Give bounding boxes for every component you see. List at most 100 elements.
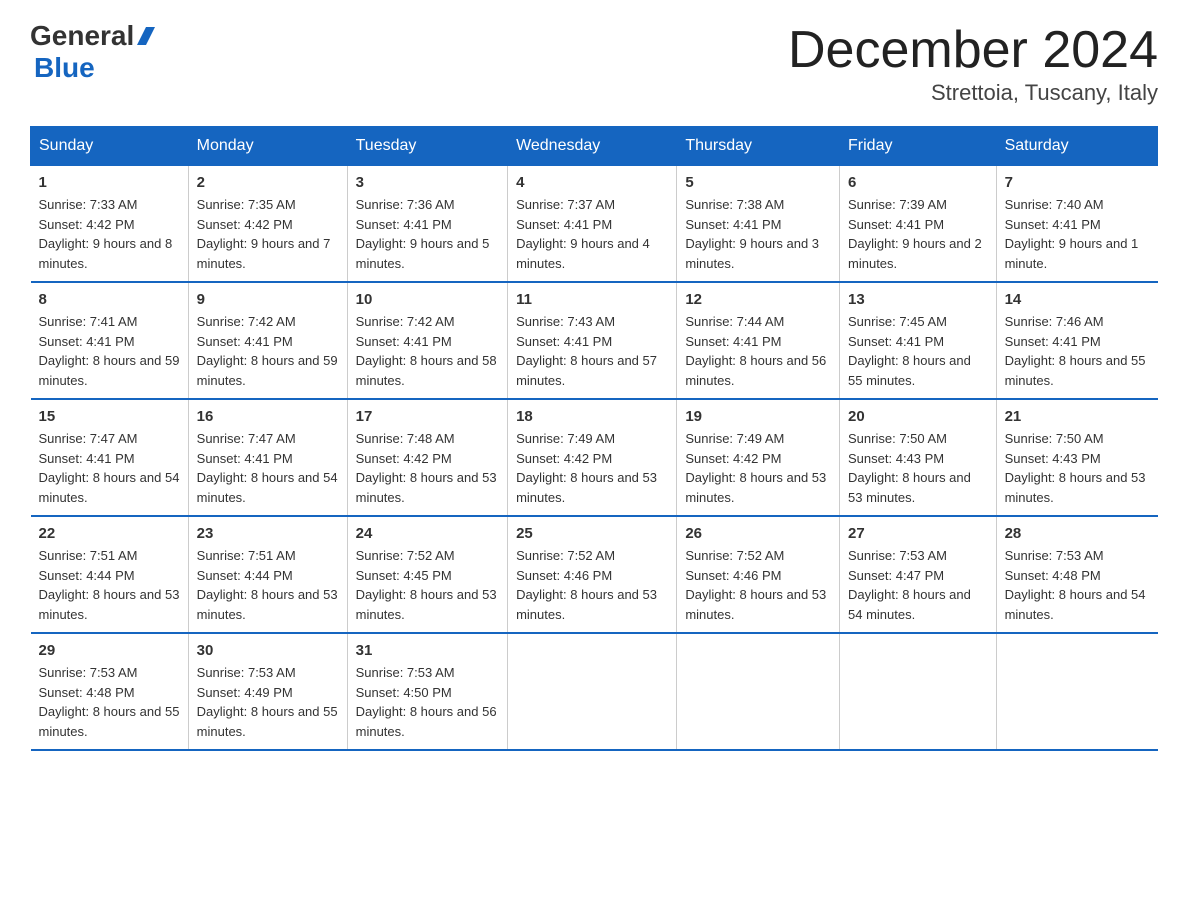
day-info: Sunrise: 7:42 AMSunset: 4:41 PMDaylight:… <box>197 312 339 390</box>
day-number: 6 <box>848 174 988 191</box>
day-info: Sunrise: 7:43 AMSunset: 4:41 PMDaylight:… <box>516 312 668 390</box>
calendar-header-row: SundayMondayTuesdayWednesdayThursdayFrid… <box>31 127 1158 166</box>
calendar-cell: 10 Sunrise: 7:42 AMSunset: 4:41 PMDayligh… <box>347 282 507 399</box>
calendar-cell: 11 Sunrise: 7:43 AMSunset: 4:41 PMDayligh… <box>508 282 677 399</box>
header-saturday: Saturday <box>996 127 1157 166</box>
header-friday: Friday <box>840 127 997 166</box>
calendar-cell: 5Sunrise: 7:38 AMSunset: 4:41 PMDaylight… <box>677 166 840 283</box>
day-number: 27 <box>848 525 988 542</box>
calendar-cell: 2 Sunrise: 7:35 AMSunset: 4:42 PMDaylight… <box>188 166 347 283</box>
day-info: Sunrise: 7:44 AMSunset: 4:41 PMDaylight:… <box>685 312 831 390</box>
page-header: General Blue December 2024 Strettoia, Tu… <box>30 20 1158 106</box>
day-number: 28 <box>1005 525 1150 542</box>
calendar-cell: 22 Sunrise: 7:51 AMSunset: 4:44 PMDayligh… <box>31 516 189 633</box>
calendar-cell: 19Sunrise: 7:49 AMSunset: 4:42 PMDayligh… <box>677 399 840 516</box>
day-info: Sunrise: 7:46 AMSunset: 4:41 PMDaylight:… <box>1005 312 1150 390</box>
calendar-cell <box>996 633 1157 750</box>
calendar-week-row: 1 Sunrise: 7:33 AMSunset: 4:42 PMDaylight… <box>31 166 1158 283</box>
day-number: 11 <box>516 291 668 308</box>
day-info: Sunrise: 7:52 AMSunset: 4:45 PMDaylight:… <box>356 546 499 624</box>
day-info: Sunrise: 7:42 AMSunset: 4:41 PMDaylight:… <box>356 312 499 390</box>
calendar-cell: 31 Sunrise: 7:53 AMSunset: 4:50 PMDayligh… <box>347 633 507 750</box>
day-info: Sunrise: 7:53 AMSunset: 4:48 PMDaylight:… <box>1005 546 1150 624</box>
header-tuesday: Tuesday <box>347 127 507 166</box>
calendar-week-row: 8 Sunrise: 7:41 AMSunset: 4:41 PMDaylight… <box>31 282 1158 399</box>
calendar-cell: 20Sunrise: 7:50 AMSunset: 4:43 PMDayligh… <box>840 399 997 516</box>
day-number: 18 <box>516 408 668 425</box>
day-number: 2 <box>197 174 339 191</box>
day-info: Sunrise: 7:49 AMSunset: 4:42 PMDaylight:… <box>516 429 668 507</box>
calendar-cell: 21 Sunrise: 7:50 AMSunset: 4:43 PMDayligh… <box>996 399 1157 516</box>
day-info: Sunrise: 7:49 AMSunset: 4:42 PMDaylight:… <box>685 429 831 507</box>
calendar-cell: 23Sunrise: 7:51 AMSunset: 4:44 PMDayligh… <box>188 516 347 633</box>
day-number: 24 <box>356 525 499 542</box>
logo-triangle2-icon <box>146 27 155 45</box>
calendar-cell: 15Sunrise: 7:47 AMSunset: 4:41 PMDayligh… <box>31 399 189 516</box>
day-info: Sunrise: 7:50 AMSunset: 4:43 PMDaylight:… <box>1005 429 1150 507</box>
day-number: 3 <box>356 174 499 191</box>
calendar-cell: 6 Sunrise: 7:39 AMSunset: 4:41 PMDaylight… <box>840 166 997 283</box>
calendar-cell: 25Sunrise: 7:52 AMSunset: 4:46 PMDayligh… <box>508 516 677 633</box>
calendar-cell: 13Sunrise: 7:45 AMSunset: 4:41 PMDayligh… <box>840 282 997 399</box>
calendar-cell: 18 Sunrise: 7:49 AMSunset: 4:42 PMDayligh… <box>508 399 677 516</box>
calendar-week-row: 15 Sunrise: 7:47 AMSunset: 4:41 PMDayligh… <box>31 399 1158 516</box>
month-title: December 2024 <box>788 20 1158 80</box>
calendar-cell: 12 Sunrise: 7:44 AMSunset: 4:41 PMDayligh… <box>677 282 840 399</box>
header-monday: Monday <box>188 127 347 166</box>
day-number: 4 <box>516 174 668 191</box>
calendar-cell: 30 Sunrise: 7:53 AMSunset: 4:49 PMDayligh… <box>188 633 347 750</box>
day-number: 22 <box>39 525 180 542</box>
day-number: 10 <box>356 291 499 308</box>
calendar-cell: 26Sunrise: 7:52 AMSunset: 4:46 PMDayligh… <box>677 516 840 633</box>
day-number: 15 <box>39 408 180 425</box>
day-info: Sunrise: 7:53 AMSunset: 4:50 PMDaylight:… <box>356 663 499 741</box>
calendar-cell: 3Sunrise: 7:36 AMSunset: 4:41 PMDaylight… <box>347 166 507 283</box>
day-number: 17 <box>356 408 499 425</box>
day-number: 8 <box>39 291 180 308</box>
calendar-cell: 28 Sunrise: 7:53 AMSunset: 4:48 PMDayligh… <box>996 516 1157 633</box>
day-number: 21 <box>1005 408 1150 425</box>
day-info: Sunrise: 7:50 AMSunset: 4:43 PMDaylight:… <box>848 429 988 507</box>
day-info: Sunrise: 7:52 AMSunset: 4:46 PMDaylight:… <box>516 546 668 624</box>
day-info: Sunrise: 7:53 AMSunset: 4:47 PMDaylight:… <box>848 546 988 624</box>
day-info: Sunrise: 7:47 AMSunset: 4:41 PMDaylight:… <box>197 429 339 507</box>
calendar-table: SundayMondayTuesdayWednesdayThursdayFrid… <box>30 126 1158 751</box>
day-info: Sunrise: 7:48 AMSunset: 4:42 PMDaylight:… <box>356 429 499 507</box>
calendar-cell: 24 Sunrise: 7:52 AMSunset: 4:45 PMDayligh… <box>347 516 507 633</box>
day-info: Sunrise: 7:51 AMSunset: 4:44 PMDaylight:… <box>39 546 180 624</box>
day-number: 14 <box>1005 291 1150 308</box>
day-number: 1 <box>39 174 180 191</box>
logo-triangle-icon <box>137 27 146 45</box>
calendar-cell: 14 Sunrise: 7:46 AMSunset: 4:41 PMDayligh… <box>996 282 1157 399</box>
day-info: Sunrise: 7:39 AMSunset: 4:41 PMDaylight:… <box>848 195 988 273</box>
day-info: Sunrise: 7:38 AMSunset: 4:41 PMDaylight:… <box>685 195 831 273</box>
day-info: Sunrise: 7:41 AMSunset: 4:41 PMDaylight:… <box>39 312 180 390</box>
day-info: Sunrise: 7:35 AMSunset: 4:42 PMDaylight:… <box>197 195 339 273</box>
day-number: 23 <box>197 525 339 542</box>
header-wednesday: Wednesday <box>508 127 677 166</box>
calendar-cell: 9 Sunrise: 7:42 AMSunset: 4:41 PMDaylight… <box>188 282 347 399</box>
day-info: Sunrise: 7:33 AMSunset: 4:42 PMDaylight:… <box>39 195 180 273</box>
calendar-cell: 16 Sunrise: 7:47 AMSunset: 4:41 PMDayligh… <box>188 399 347 516</box>
calendar-cell: 8 Sunrise: 7:41 AMSunset: 4:41 PMDaylight… <box>31 282 189 399</box>
calendar-cell: 27 Sunrise: 7:53 AMSunset: 4:47 PMDayligh… <box>840 516 997 633</box>
calendar-cell: 4Sunrise: 7:37 AMSunset: 4:41 PMDaylight… <box>508 166 677 283</box>
day-number: 7 <box>1005 174 1150 191</box>
day-number: 29 <box>39 642 180 659</box>
location-title: Strettoia, Tuscany, Italy <box>788 80 1158 106</box>
title-block: December 2024 Strettoia, Tuscany, Italy <box>788 20 1158 106</box>
day-number: 30 <box>197 642 339 659</box>
day-number: 31 <box>356 642 499 659</box>
logo-general-text: General <box>30 20 134 52</box>
day-info: Sunrise: 7:53 AMSunset: 4:49 PMDaylight:… <box>197 663 339 741</box>
calendar-cell: 1 Sunrise: 7:33 AMSunset: 4:42 PMDaylight… <box>31 166 189 283</box>
day-info: Sunrise: 7:40 AMSunset: 4:41 PMDaylight:… <box>1005 195 1150 273</box>
day-number: 12 <box>685 291 831 308</box>
day-number: 9 <box>197 291 339 308</box>
day-number: 16 <box>197 408 339 425</box>
calendar-week-row: 29 Sunrise: 7:53 AMSunset: 4:48 PMDayligh… <box>31 633 1158 750</box>
logo-blue-text: Blue <box>34 52 95 84</box>
day-info: Sunrise: 7:45 AMSunset: 4:41 PMDaylight:… <box>848 312 988 390</box>
calendar-cell: 17 Sunrise: 7:48 AMSunset: 4:42 PMDayligh… <box>347 399 507 516</box>
day-info: Sunrise: 7:53 AMSunset: 4:48 PMDaylight:… <box>39 663 180 741</box>
